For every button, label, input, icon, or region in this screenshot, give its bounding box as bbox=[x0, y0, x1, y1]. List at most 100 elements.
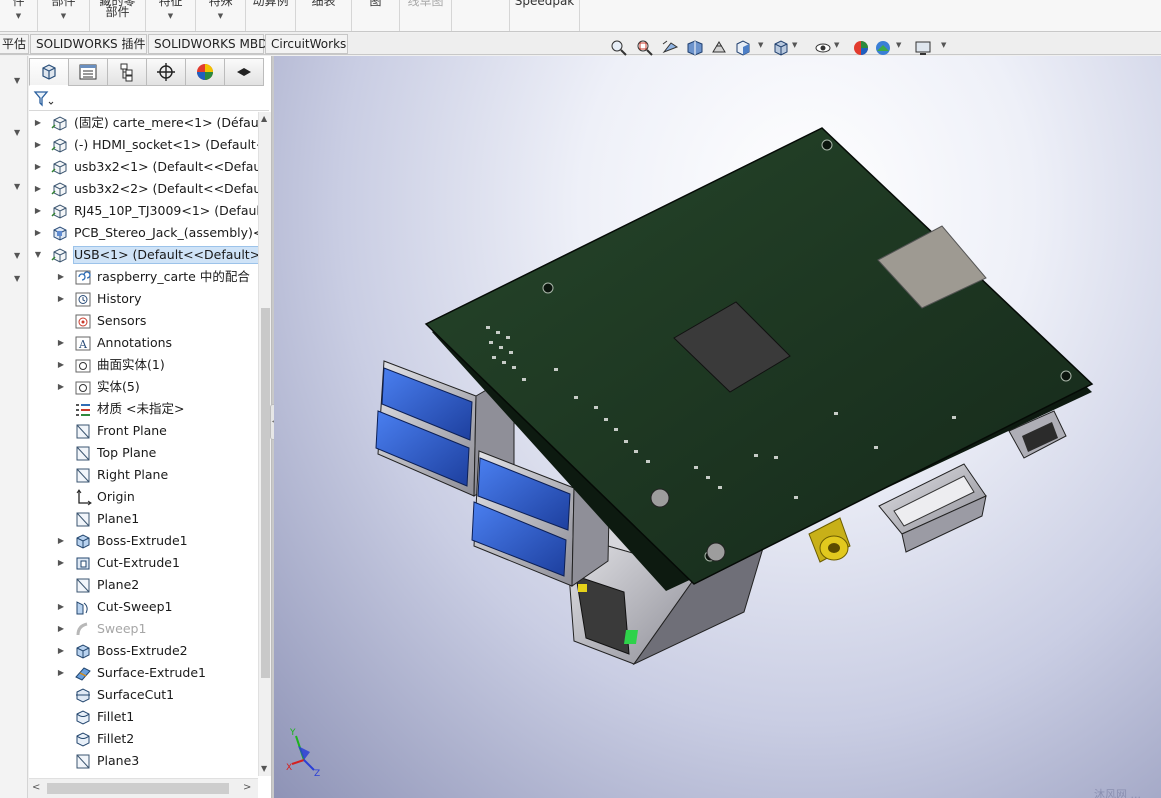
ribbon-command-6[interactable]: 细表 bbox=[296, 0, 352, 31]
display-style-button[interactable] bbox=[770, 37, 792, 59]
scroll-up-icon[interactable]: ▲ bbox=[261, 114, 267, 123]
expand-arrow-icon[interactable]: ▶ bbox=[56, 601, 66, 613]
chevron-down-icon[interactable]: ▼ bbox=[14, 274, 20, 283]
expand-arrow-icon[interactable]: ▶ bbox=[56, 381, 66, 393]
tree-filter-bar[interactable] bbox=[29, 87, 269, 111]
tree-node[interactable]: ▶ Boss-Extrude1 bbox=[29, 530, 258, 552]
tree-node[interactable]: Sensors bbox=[29, 310, 258, 332]
expand-arrow-icon[interactable]: ▶ bbox=[33, 117, 43, 129]
tree-node[interactable]: Plane3 bbox=[29, 750, 258, 772]
tree-node[interactable]: ▶ (-) HDMI_socket<1> (Default<< bbox=[29, 134, 258, 156]
tab-evaluate[interactable]: 平估 bbox=[0, 34, 29, 54]
tree-node[interactable]: Top Plane bbox=[29, 442, 258, 464]
chevron-down-icon[interactable]: ▼ bbox=[834, 41, 839, 49]
expand-arrow-icon[interactable]: ▶ bbox=[33, 205, 43, 217]
ribbon-command-10[interactable]: Speedpak bbox=[510, 0, 580, 31]
expand-arrow-icon[interactable]: ▶ bbox=[33, 183, 43, 195]
chevron-down-icon[interactable]: ▼ bbox=[758, 41, 763, 49]
scroll-down-icon[interactable]: ▼ bbox=[261, 764, 267, 773]
tree-node[interactable]: ▶ Cut-Sweep1 bbox=[29, 596, 258, 618]
graphics-area[interactable]: Y X Z 沐风网 ... bbox=[274, 56, 1161, 798]
chevron-down-icon[interactable]: ▼ bbox=[896, 41, 901, 49]
expand-arrow-icon[interactable]: ▶ bbox=[56, 271, 66, 283]
chevron-down-icon[interactable]: ▼ bbox=[792, 41, 797, 49]
tree-node[interactable]: Plane2 bbox=[29, 574, 258, 596]
ribbon-command-2[interactable]: 藏的零 部件 bbox=[90, 0, 146, 31]
chevron-down-icon[interactable]: ▼ bbox=[14, 76, 20, 85]
scroll-left-icon[interactable]: < bbox=[32, 782, 40, 793]
tree-node[interactable]: Fillet2 bbox=[29, 728, 258, 750]
expand-arrow-icon[interactable]: ▶ bbox=[56, 667, 66, 679]
ribbon-command-8[interactable]: 线草图 bbox=[400, 0, 452, 31]
tree-node[interactable]: ▶ Cut-Extrude1 bbox=[29, 552, 258, 574]
ribbon-command-0[interactable]: 件 ▼ bbox=[0, 0, 38, 31]
tree-node[interactable]: SurfaceCut1 bbox=[29, 684, 258, 706]
scroll-thumb[interactable] bbox=[47, 783, 229, 794]
chevron-down-icon[interactable]: ▼ bbox=[14, 128, 20, 137]
expand-arrow-icon[interactable]: ▶ bbox=[56, 359, 66, 371]
tree-node[interactable]: ▶ PCB_Stereo_Jack_(assembly)<1: bbox=[29, 222, 258, 244]
chevron-down-icon[interactable]: ▼ bbox=[38, 11, 89, 22]
filter-icon[interactable] bbox=[33, 90, 55, 108]
chevron-down-icon[interactable]: ▼ bbox=[14, 251, 20, 260]
apply-scene-button[interactable] bbox=[872, 37, 894, 59]
chevron-down-icon[interactable]: ▼ bbox=[196, 11, 245, 22]
ribbon-command-3[interactable]: 特征 ▼ bbox=[146, 0, 196, 31]
chevron-down-icon[interactable]: ▼ bbox=[146, 11, 195, 22]
tree-node[interactable]: ▼ USB<1> (Default<<Default>_Di bbox=[29, 244, 258, 266]
cam-tab[interactable] bbox=[224, 58, 264, 86]
configuration-manager-tab[interactable] bbox=[107, 58, 147, 86]
expand-arrow-icon[interactable]: ▶ bbox=[33, 227, 43, 239]
expand-arrow-icon[interactable]: ▶ bbox=[56, 645, 66, 657]
scroll-thumb[interactable] bbox=[261, 308, 270, 678]
tab-solidworks-mbd[interactable]: SOLIDWORKS MBD bbox=[148, 34, 267, 54]
ribbon-command-5[interactable]: 动算例 bbox=[246, 0, 296, 31]
view-orientation-button[interactable] bbox=[732, 37, 754, 59]
tree-node[interactable]: ▶ (固定) carte_mere<1> (Défaut< bbox=[29, 112, 258, 134]
zoom-to-fit-button[interactable] bbox=[608, 37, 630, 59]
edit-appearance-button[interactable] bbox=[850, 37, 872, 59]
tree-node[interactable]: Plane1 bbox=[29, 508, 258, 530]
tree-node[interactable]: Front Plane bbox=[29, 420, 258, 442]
chevron-down-icon[interactable]: ▼ bbox=[941, 41, 946, 49]
display-manager-tab[interactable] bbox=[185, 58, 225, 86]
expand-arrow-icon[interactable]: ▶ bbox=[56, 337, 66, 349]
tree-node[interactable]: ▶ Sweep1 bbox=[29, 618, 258, 640]
chevron-down-icon[interactable]: ▼ bbox=[0, 11, 37, 22]
ribbon-command-7[interactable]: 图 bbox=[352, 0, 400, 31]
zoom-to-area-button[interactable] bbox=[634, 37, 656, 59]
view-settings-button[interactable] bbox=[912, 37, 934, 59]
tree-node[interactable]: ▶ raspberry_carte 中的配合 bbox=[29, 266, 258, 288]
tree-node[interactable]: ▶ usb3x2<2> (Default<<Default> bbox=[29, 178, 258, 200]
tree-node[interactable]: ▶ 实体(5) bbox=[29, 376, 258, 398]
tab-circuitworks[interactable]: CircuitWorks bbox=[265, 34, 348, 54]
expand-arrow-icon[interactable]: ▶ bbox=[56, 293, 66, 305]
tree-node[interactable]: ▶ 曲面实体(1) bbox=[29, 354, 258, 376]
tab-solidworks-addins[interactable]: SOLIDWORKS 插件 bbox=[30, 34, 147, 54]
property-manager-tab[interactable] bbox=[68, 58, 108, 86]
tree-node[interactable]: ▶ usb3x2<1> (Default<<Default> bbox=[29, 156, 258, 178]
expand-arrow-icon[interactable]: ▶ bbox=[33, 139, 43, 151]
dimxpert-tab[interactable] bbox=[146, 58, 186, 86]
hide-show-button[interactable] bbox=[812, 37, 834, 59]
expand-arrow-icon[interactable]: ▶ bbox=[56, 623, 66, 635]
tree-node[interactable]: ▶ RJ45_10P_TJ3009<1> (Default< bbox=[29, 200, 258, 222]
audio-jack[interactable] bbox=[808, 517, 851, 563]
expand-arrow-icon[interactable]: ▶ bbox=[56, 557, 66, 569]
tree-node[interactable]: 材质 <未指定> bbox=[29, 398, 258, 420]
feature-tree-tab[interactable] bbox=[29, 58, 69, 86]
tree-node[interactable]: ▶Boss-Extrude3 bbox=[29, 772, 258, 776]
section-view-button[interactable] bbox=[684, 37, 706, 59]
chevron-down-icon[interactable]: ▼ bbox=[14, 182, 20, 191]
tree-node[interactable]: ▶ Surface-Extrude1 bbox=[29, 662, 258, 684]
tree-node[interactable]: ▶ A Annotations bbox=[29, 332, 258, 354]
expand-arrow-icon[interactable]: ▶ bbox=[33, 161, 43, 173]
tree-node[interactable]: Fillet1 bbox=[29, 706, 258, 728]
tree-node[interactable]: Origin bbox=[29, 486, 258, 508]
tree-node[interactable]: ▶ History bbox=[29, 288, 258, 310]
previous-view-button[interactable] bbox=[660, 37, 682, 59]
ribbon-command-9[interactable] bbox=[452, 0, 510, 31]
pcb-assembly-model[interactable] bbox=[274, 56, 1161, 798]
tree-vertical-scrollbar[interactable]: ▲ ▼ bbox=[258, 112, 271, 776]
collapse-arrow-icon[interactable]: ▼ bbox=[33, 249, 43, 261]
